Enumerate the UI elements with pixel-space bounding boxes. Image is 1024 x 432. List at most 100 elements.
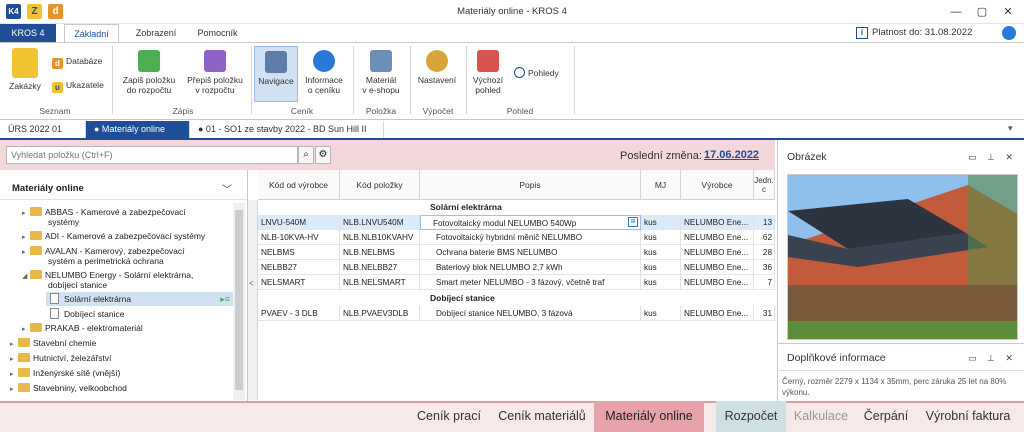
expand-arrow-icon[interactable]: ▸ <box>10 340 18 350</box>
splitter-arrow-icon[interactable]: < <box>249 279 254 288</box>
column-header-jednotkova-cena[interactable]: Jedn. c <box>754 170 775 200</box>
tree-item-prakab[interactable]: ▸ PRAKAB - elektromateriál <box>22 323 143 335</box>
nav-cerpani[interactable]: Čerpání <box>856 401 916 432</box>
zapis-polozku-button[interactable]: Zapiš položku do rozpočtu <box>118 50 180 95</box>
cell-popis[interactable]: Fotovoltaický modul NELUMBO 540Wp <box>420 215 641 230</box>
tree-item-inzenyrske-site[interactable]: ▸ Inženýrské sítě (vnější) <box>10 368 120 380</box>
minimize-button[interactable]: — <box>944 4 968 20</box>
pohledy-button[interactable]: Pohledy <box>514 66 559 80</box>
material-v-eshopu-button[interactable]: Materiál v e-shopu <box>358 50 404 95</box>
doctab-urs[interactable]: ÚRS 2022 01 <box>0 121 86 138</box>
expand-arrow-icon[interactable]: ▸ <box>22 325 30 335</box>
last-change-date[interactable]: 17.06.2022 <box>704 149 759 161</box>
folder-icon <box>30 246 42 255</box>
cell-popis: Dobíjecí stanice NELUMBO, 3 fázová <box>420 306 641 321</box>
nastaveni-button[interactable]: Nastavení <box>412 50 462 85</box>
zakazky-button[interactable]: Zakázky <box>6 48 44 91</box>
cell-kod-polozky: NLB.NLB10KVAHV <box>340 230 420 245</box>
additional-info-text: Černý, rozměr 2279 x 1134 x 35mm, perc z… <box>782 377 1007 397</box>
doplnkove-panel-controls[interactable]: ▭ ⊥ ✕ <box>968 353 1017 364</box>
collapse-arrow-icon[interactable]: ◢ <box>22 272 30 282</box>
folder-icon <box>18 353 30 362</box>
zapis-label-2: do rozpočtu <box>126 85 172 95</box>
document-icon <box>50 293 59 304</box>
info-icon[interactable]: i <box>856 27 868 39</box>
column-header-popis[interactable]: Popis <box>420 170 641 200</box>
databaze-label: Databáze <box>66 56 103 66</box>
nav-cenik-praci[interactable]: Ceník prací <box>408 401 490 432</box>
obrazek-panel-controls[interactable]: ▭ ⊥ ✕ <box>968 152 1017 163</box>
info-label-1: Informace <box>305 75 343 85</box>
tree-item-stavebniny[interactable]: ▸ Stavebniny, velkoobchod <box>10 383 127 395</box>
document-icon <box>50 308 59 319</box>
cell-cena: 28 <box>754 245 775 260</box>
expand-arrow-icon[interactable]: ▸ <box>10 385 18 395</box>
tree-item-label: ADI - Kamerové a zabezpečovací systémy <box>45 231 206 241</box>
nav-kalkulace[interactable]: Kalkulace <box>786 401 856 432</box>
cell-vyrobce: NELUMBO Ene... <box>681 230 754 245</box>
restore-button[interactable]: ▢ <box>970 4 994 20</box>
informace-o-ceniku-button[interactable]: Informace o ceníku <box>300 50 348 95</box>
insert-icon[interactable]: ▸≡ <box>220 292 230 306</box>
expand-arrow-icon[interactable]: ▸ <box>22 248 30 258</box>
tab-zakladni[interactable]: Základní <box>64 24 119 43</box>
tab-kros4[interactable]: KROS 4 <box>0 24 56 43</box>
column-header-kod-polozky[interactable]: Kód položky <box>340 170 420 200</box>
cell-kod-vyrobce: PVAEV - 3 DLB <box>258 306 340 321</box>
group-zapis-label: Zápis <box>172 106 194 116</box>
cell-vyrobce: NELUMBO Ene... <box>681 275 754 290</box>
tree-item-abbas[interactable]: ▸ ABBAS - Kamerové a zabezpečovací <box>22 207 186 219</box>
prepis-polozku-button[interactable]: Přepiš položku v rozpočtu <box>182 50 248 95</box>
column-header-mj[interactable]: MJ <box>641 170 681 200</box>
tree-item-dobijeci-stanice[interactable]: Dobíjecí stanice <box>50 308 124 319</box>
cell-mj: kus <box>641 215 681 230</box>
zakazky-icon <box>12 48 38 78</box>
folder-icon <box>30 231 42 240</box>
doctab-materialy-online[interactable]: ● Materiály online ✕ <box>86 121 190 151</box>
tab-zobrazeni[interactable]: Zobrazení <box>126 24 186 43</box>
nastaveni-label: Nastavení <box>417 75 457 85</box>
last-change-label: Poslední změna: <box>620 150 702 162</box>
column-header-kod-vyrobce[interactable]: Kód od výrobce <box>258 170 340 200</box>
zapis-label-1: Zapiš položku <box>122 75 176 85</box>
navigace-button[interactable]: Navigace <box>254 46 298 102</box>
settings-icon[interactable]: ⚙ <box>315 146 331 164</box>
tab-pomocnik[interactable]: Pomocník <box>190 24 245 43</box>
vychozi-pohled-button[interactable]: Výchozí pohled <box>468 50 508 95</box>
category-tree <box>0 170 248 401</box>
tree-item-adi[interactable]: ▸ ADI - Kamerové a zabezpečovací systémy <box>22 231 205 243</box>
column-header-vyrobce[interactable]: Výrobce <box>681 170 754 200</box>
cell-vyrobce: NELUMBO Ene... <box>681 245 754 260</box>
collapse-icon[interactable]: ﹀ <box>222 181 232 196</box>
nav-vyrobni-faktura[interactable]: Výrobní faktura <box>916 401 1020 432</box>
nav-materialy-online[interactable]: Materiály online <box>594 401 704 432</box>
panel-splitter[interactable] <box>248 200 258 400</box>
chevron-down-icon[interactable]: ▾ <box>1008 123 1013 134</box>
group-separator <box>251 46 252 114</box>
sync-icon[interactable] <box>1002 26 1016 40</box>
document-tab-bar: ÚRS 2022 01 ● Materiály online ✕ ● 01 - … <box>0 121 1024 151</box>
search-icon[interactable]: ⌕ <box>298 146 314 164</box>
databaze-button[interactable]: d Databáze <box>52 54 103 69</box>
expand-arrow-icon[interactable]: ▸ <box>10 370 18 380</box>
tree-item-stavebni-chemie[interactable]: ▸ Stavební chemie <box>10 338 96 350</box>
tree-item-label: PRAKAB - elektromateriál <box>45 323 143 333</box>
nav-rozpocet[interactable]: Rozpočet <box>716 401 786 432</box>
tree-item-hutnictvi[interactable]: ▸ Hutnictví, železářství <box>10 353 111 365</box>
expand-arrow-icon[interactable]: ▸ <box>10 355 18 365</box>
cell-kod-polozky: NLB.NELBMS <box>340 245 420 260</box>
ukazatele-button[interactable]: u Ukazatele <box>52 78 104 93</box>
edit-icon[interactable]: ⊞ <box>628 217 638 227</box>
group-seznam-label: Seznam <box>39 106 71 116</box>
expand-arrow-icon[interactable]: ▸ <box>22 209 30 219</box>
window-title: Materiály online - KROS 4 <box>457 6 567 17</box>
cell-kod-polozky: NLB.LNVU540M <box>340 215 420 230</box>
cell-mj: kus <box>641 306 681 321</box>
search-input[interactable] <box>6 146 298 164</box>
close-window-button[interactable]: ✕ <box>996 4 1020 20</box>
tree-scrollbar-thumb[interactable] <box>235 210 243 390</box>
nav-cenik-materialu[interactable]: Ceník materiálů <box>490 401 594 432</box>
doctab-rozpocet[interactable]: ● 01 - SO1 ze stavby 2022 - BD Sun Hill … <box>190 121 384 138</box>
tree-item-solarni-elektrarna[interactable]: Solární elektrárna ▸≡ <box>46 292 234 306</box>
expand-arrow-icon[interactable]: ▸ <box>22 233 30 243</box>
